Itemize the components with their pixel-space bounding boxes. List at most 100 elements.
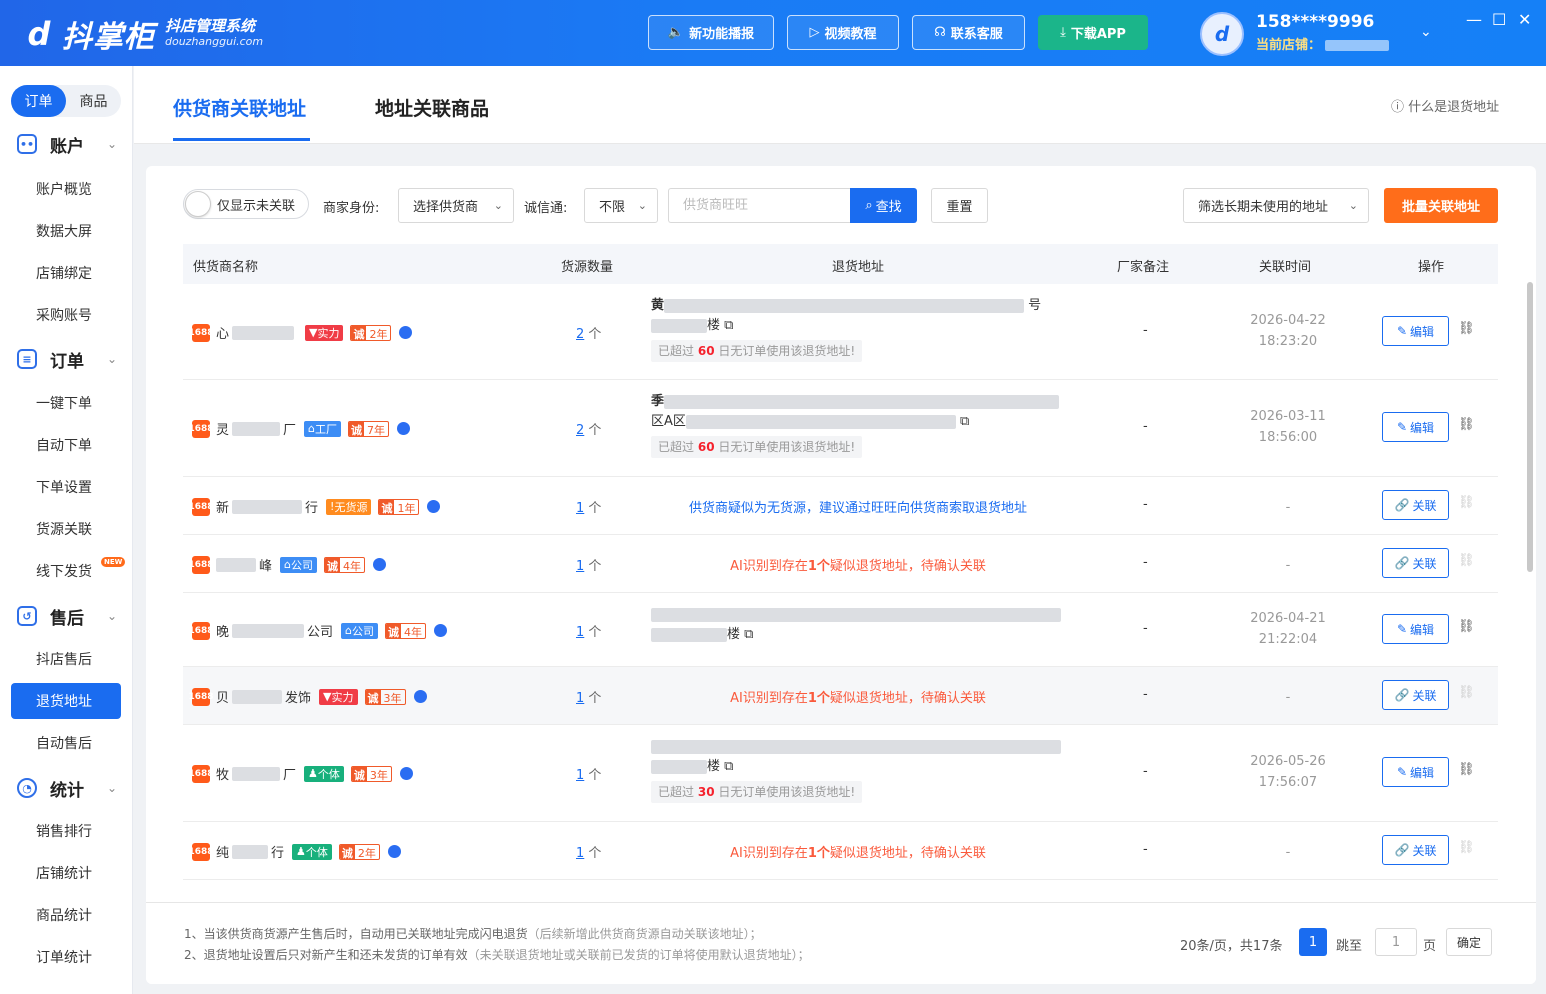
wangwang-icon[interactable] — [399, 767, 413, 780]
sidebar-item-source-link[interactable]: 货源关联 — [11, 511, 121, 547]
play-icon: ▷ — [809, 25, 820, 40]
copy-icon[interactable]: ⧉ — [724, 759, 733, 774]
supplier-name[interactable]: 1688 心 ▼ 实力诚 2年 — [188, 323, 413, 342]
help-link[interactable]: ⓘ 什么是退货地址 — [1391, 96, 1499, 115]
source-count[interactable]: 1 个 — [576, 764, 601, 783]
sidebar-group-aftersales[interactable]: ↺ 售后 ⌄ — [0, 598, 132, 634]
factory-note: - — [1143, 555, 1148, 570]
link-button[interactable]: 🔗 关联 — [1382, 548, 1449, 578]
sidebar-item-auto-order[interactable]: 自动下单 — [11, 427, 121, 463]
source-count[interactable]: 1 个 — [576, 555, 601, 574]
copy-icon[interactable]: ⧉ — [744, 627, 753, 642]
scrollbar[interactable] — [1527, 282, 1533, 572]
batch-link-button[interactable]: 批量关联地址 — [1384, 188, 1498, 223]
wangwang-icon[interactable] — [387, 845, 401, 858]
segment-products[interactable]: 商品 — [66, 85, 121, 117]
supplier-search-input[interactable] — [668, 188, 851, 223]
edit-button[interactable]: ✎ 编辑 — [1382, 412, 1449, 442]
link-time: 2026-04-22 18:23:20 — [1250, 313, 1326, 349]
sidebar-item-auto-aftersales[interactable]: 自动售后 — [11, 725, 121, 761]
edit-button[interactable]: ✎ 编辑 — [1382, 316, 1449, 346]
chevron-down-icon: ⌄ — [493, 199, 503, 212]
page-1-button[interactable]: 1 — [1299, 928, 1327, 956]
sidebar-item-one-click-order[interactable]: 一键下单 — [11, 385, 121, 421]
sidebar-item-purchase-account[interactable]: 采购账号 — [11, 297, 121, 333]
source-count[interactable]: 1 个 — [576, 687, 601, 706]
unlink-icon[interactable]: ⛓ — [1458, 321, 1475, 336]
unused-address-filter[interactable]: 筛选长期未使用的地址 ⌄ — [1183, 188, 1369, 223]
pager-info: 20条/页，共17条 — [1180, 939, 1283, 954]
supplier-name[interactable]: 1688 峰 ⌂ 公司诚 4年 — [188, 555, 386, 574]
confirm-jump-button[interactable]: 确定 — [1446, 928, 1492, 956]
unlinked-only-toggle[interactable]: 仅显示未关联 — [183, 189, 309, 219]
edit-button[interactable]: ✎ 编辑 — [1382, 614, 1449, 644]
sidebar-group-orders[interactable]: ≡ 订单 ⌄ — [0, 341, 132, 377]
copy-icon[interactable]: ⧉ — [724, 318, 733, 333]
wangwang-icon[interactable] — [413, 690, 427, 703]
contact-support-button[interactable]: ☊ 联系客服 — [912, 15, 1025, 50]
edit-button[interactable]: ✎ 编辑 — [1382, 757, 1449, 787]
table-row: 1688 牧厂 ♟ 个体诚 3年 1 个 楼 ⧉ 已超过 30 日无订单使用该退货地址… — [183, 725, 1498, 822]
source-count[interactable]: 2 个 — [576, 323, 601, 342]
sidebar-item-douyin-aftersales[interactable]: 抖店售后 — [11, 641, 121, 677]
jump-label: 跳至 — [1336, 939, 1363, 954]
masked-address — [651, 607, 1061, 622]
new-features-button[interactable]: 🔈 新功能播报 — [648, 15, 774, 50]
source-count[interactable]: 1 个 — [576, 497, 601, 516]
wangwang-icon[interactable] — [399, 326, 413, 339]
supplier-identity-select[interactable]: 选择供货商 ⌄ — [398, 188, 514, 223]
sidebar-item-product-stats[interactable]: 商品统计 — [11, 897, 121, 933]
sidebar-group-stats[interactable]: ◔ 统计 ⌄ — [0, 770, 132, 806]
sidebar-item-order-settings[interactable]: 下单设置 — [11, 469, 121, 505]
tab-address-products[interactable]: 地址关联商品 — [375, 94, 489, 121]
download-app-button[interactable]: ⤓ 下载APP — [1038, 15, 1148, 50]
source-count[interactable]: 1 个 — [576, 621, 601, 640]
sidebar-item-return-address[interactable]: 退货地址 — [11, 683, 121, 719]
supplier-name[interactable]: 1688 贝发饰 ▼ 实力诚 3年 — [188, 687, 427, 706]
supplier-name[interactable]: 1688 灵厂 ⌂ 工厂诚 7年 — [188, 419, 411, 438]
table-row: 1688 新行! 无货源诚 1年 1 个 供货商疑似为无货源，建议通过旺旺向供货商索… — [183, 477, 1498, 535]
avatar[interactable]: d — [1200, 12, 1244, 56]
source-count[interactable]: 2 个 — [576, 419, 601, 438]
chevron-down-icon[interactable]: ⌄ — [1420, 24, 1432, 40]
sidebar-item-data-screen[interactable]: 数据大屏 — [11, 213, 121, 249]
close-icon[interactable]: ✕ — [1518, 10, 1531, 29]
segment-orders[interactable]: 订单 — [11, 85, 66, 117]
no-source-tip: 供货商疑似为无货源，建议通过旺旺向供货商索取退货地址 — [688, 501, 1027, 516]
video-tutorial-button[interactable]: ▷ 视频教程 — [787, 15, 899, 50]
sidebar-item-account-overview[interactable]: 账户概览 — [11, 171, 121, 207]
maximize-icon[interactable]: ☐ — [1492, 10, 1506, 29]
tab-supplier-address[interactable]: 供货商关联地址 — [173, 94, 306, 121]
wangwang-icon[interactable] — [434, 624, 448, 637]
search-button[interactable]: ⌕ 查找 — [850, 188, 917, 223]
sidebar-item-offline-ship[interactable]: 线下发货 NEW — [11, 553, 126, 589]
link-button[interactable]: 🔗 关联 — [1382, 680, 1449, 710]
source-count[interactable]: 1 个 — [576, 842, 601, 861]
wangwang-icon[interactable] — [427, 500, 441, 513]
masked-address — [651, 627, 727, 642]
unlink-icon[interactable]: ⛓ — [1458, 619, 1475, 634]
sidebar-item-shop-stats[interactable]: 店铺统计 — [11, 855, 121, 891]
sidebar-item-sales-rank[interactable]: 销售排行 — [11, 813, 121, 849]
cxt-select[interactable]: 不限 ⌄ — [584, 188, 658, 223]
wangwang-icon[interactable] — [373, 558, 386, 571]
return-address: 黄 号 楼 ⧉ 已超过 60 日无订单使用该退货地址! — [651, 296, 1066, 362]
chevron-down-icon: ⌄ — [107, 609, 118, 623]
ai-detect-tip: AI识别到存在1个疑似退货地址，待确认关联 — [730, 559, 986, 574]
sidebar-item-order-stats[interactable]: 订单统计 — [11, 939, 121, 975]
supplier-name[interactable]: 1688 牧厂 ♟ 个体诚 3年 — [188, 764, 413, 783]
sidebar-group-account[interactable]: •• 账户 ⌄ — [0, 126, 132, 162]
link-button[interactable]: 🔗 关联 — [1382, 490, 1449, 520]
supplier-name[interactable]: 1688 纯行 ♟ 个体诚 2年 — [188, 842, 401, 861]
supplier-name[interactable]: 1688 新行! 无货源诚 1年 — [188, 497, 441, 516]
wangwang-icon[interactable] — [397, 422, 411, 435]
minimize-icon[interactable]: — — [1466, 10, 1482, 29]
jump-page-input[interactable] — [1375, 928, 1417, 956]
reset-button[interactable]: 重置 — [931, 188, 988, 223]
link-button[interactable]: 🔗 关联 — [1382, 835, 1449, 865]
unlink-icon[interactable]: ⛓ — [1458, 417, 1475, 432]
unlink-icon[interactable]: ⛓ — [1458, 762, 1475, 777]
copy-icon[interactable]: ⧉ — [960, 414, 969, 429]
sidebar-item-shop-binding[interactable]: 店铺绑定 — [11, 255, 121, 291]
supplier-name[interactable]: 1688 晚公司 ⌂ 公司诚 4年 — [188, 621, 448, 640]
